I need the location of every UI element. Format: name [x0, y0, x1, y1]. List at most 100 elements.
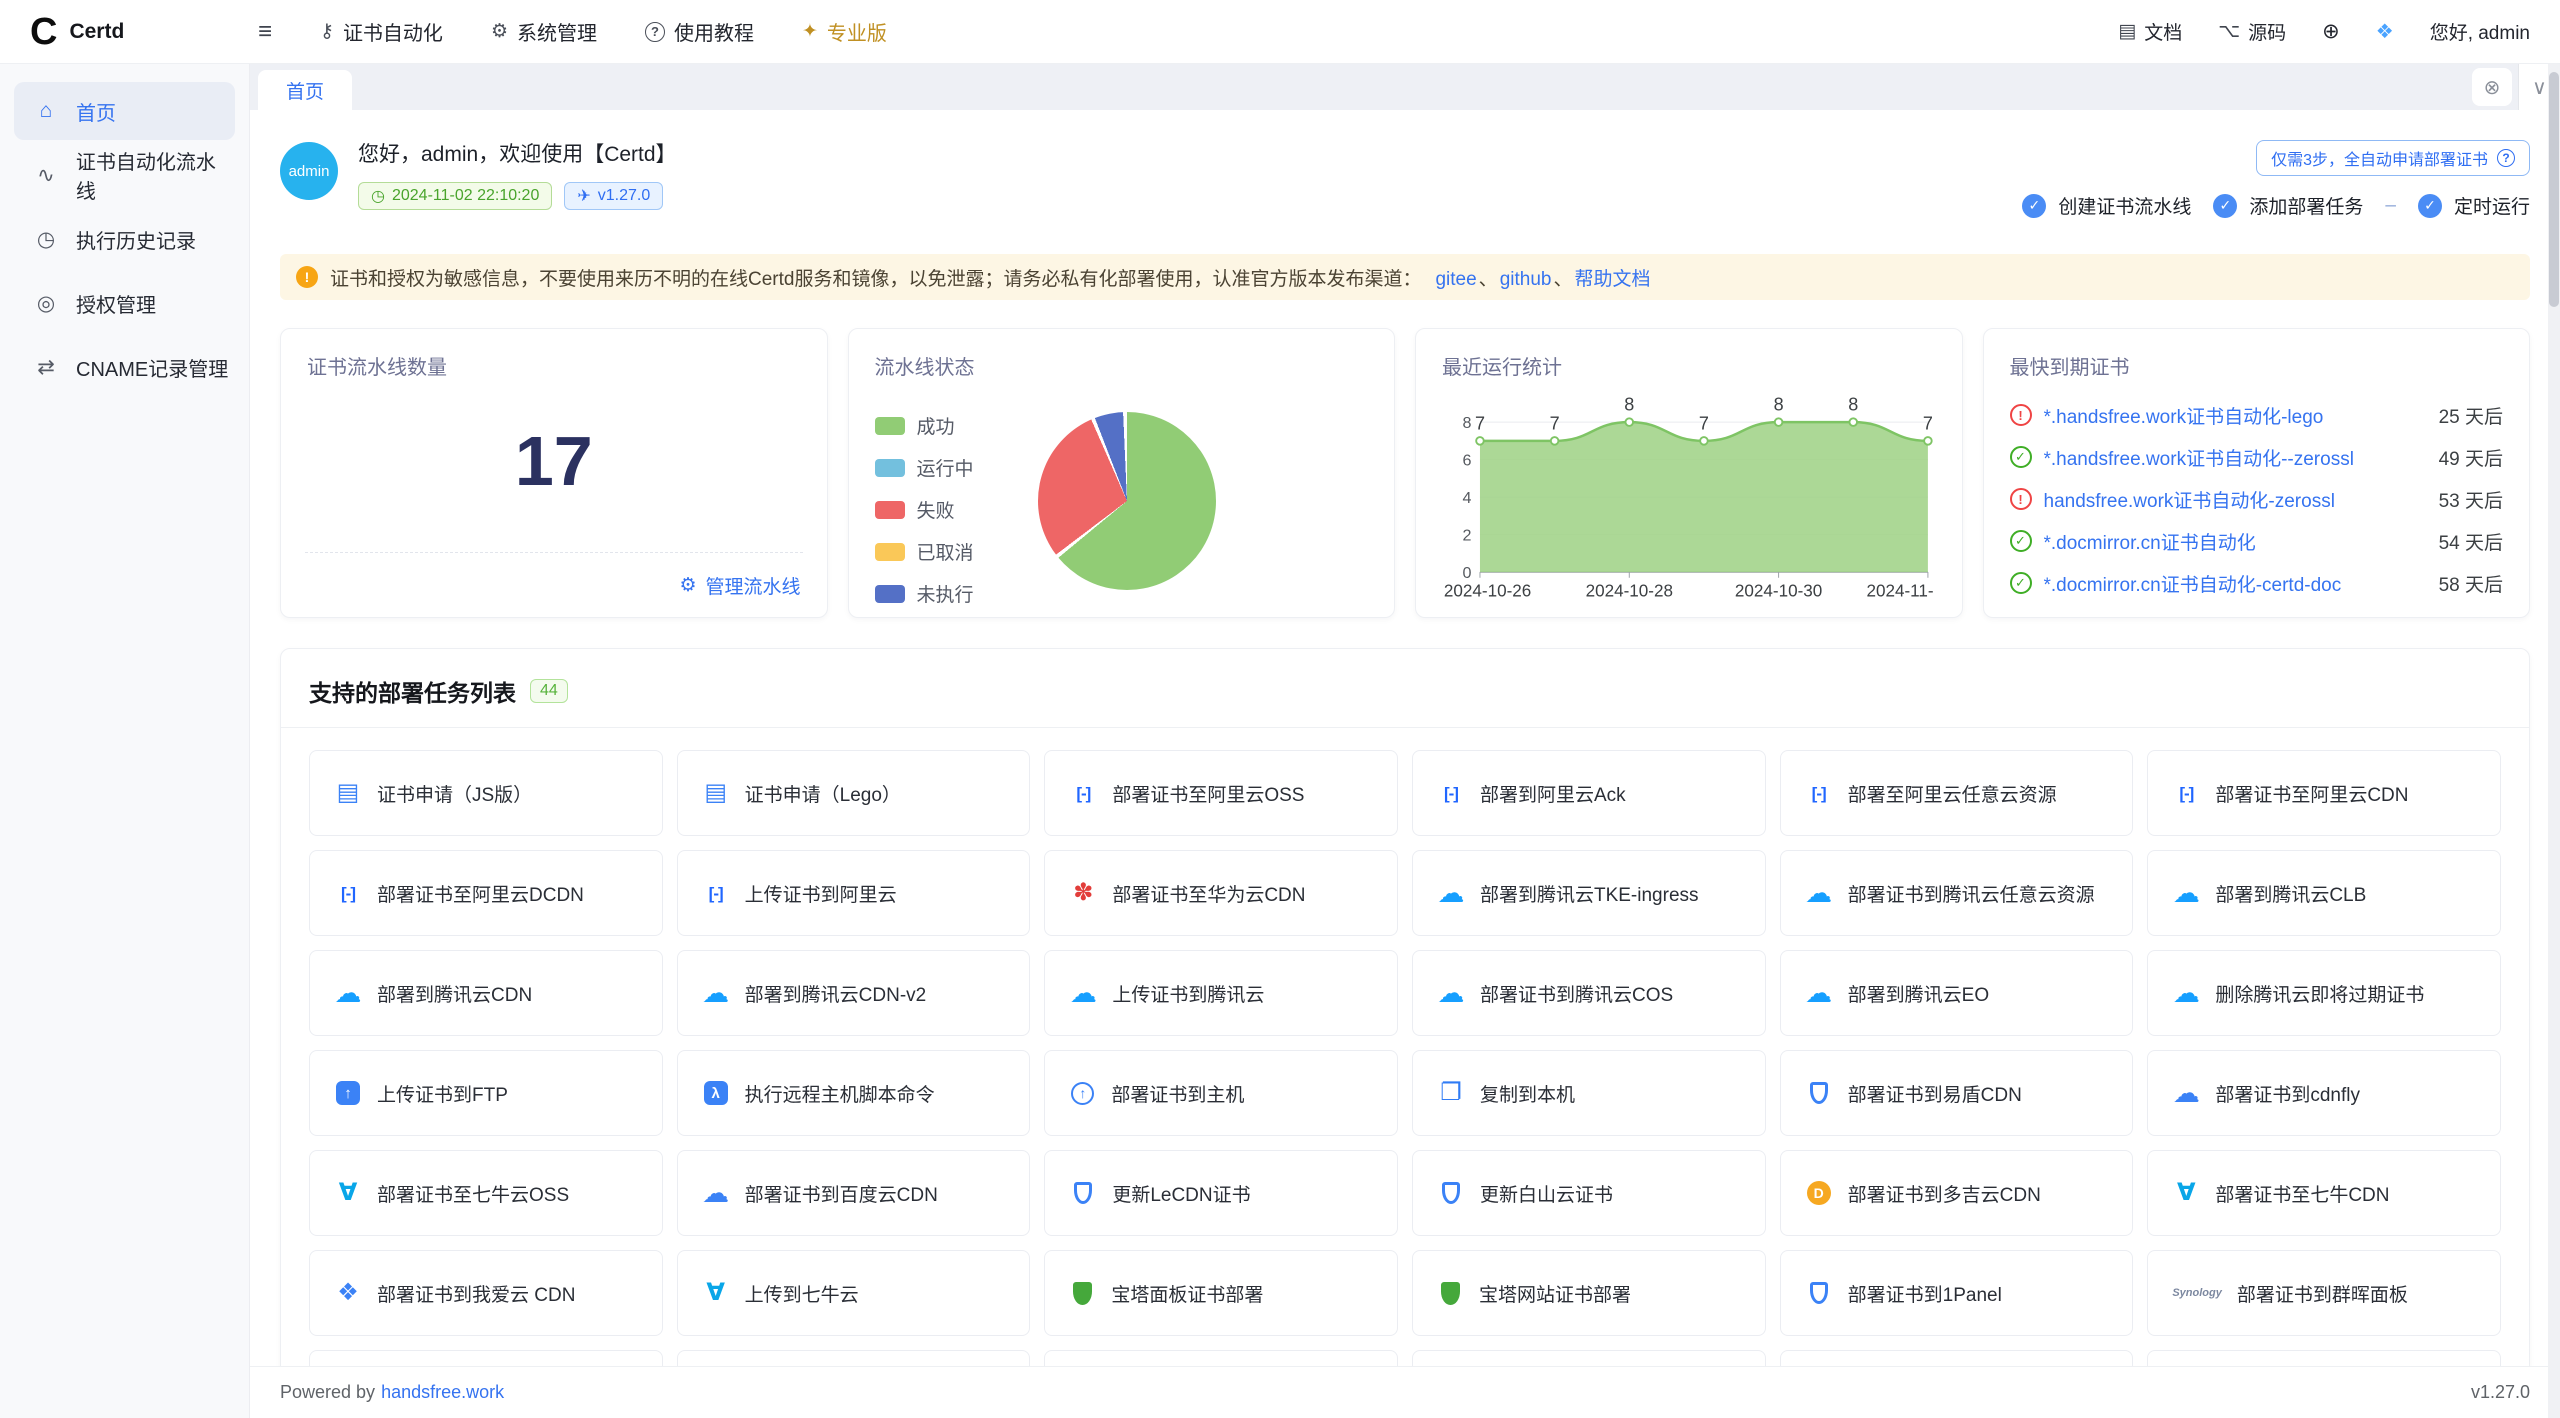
expiring-cert-row: ✓*.docmirror.cn证书自动化54 天后	[2010, 520, 2504, 562]
cert-icon: ▤	[334, 781, 362, 805]
menu-item[interactable]: ⚷证书自动化	[320, 17, 443, 46]
task-card[interactable]: ☁删除腾讯云即将过期证书	[2147, 950, 2501, 1036]
docs-link[interactable]: ▤ 文档	[2118, 18, 2182, 45]
tencent-cloud-icon: ☁	[2172, 980, 2200, 1007]
git-branch-icon: ⌥	[2218, 20, 2240, 43]
task-card[interactable]: ☁部署证书到腾讯云COS	[1412, 950, 1766, 1036]
theme-icon[interactable]: ❖	[2376, 19, 2394, 44]
cert-link[interactable]: *.handsfree.work证书自动化-lego	[2044, 402, 2415, 429]
scrollbar-track[interactable]	[2548, 64, 2560, 1418]
history-icon: ◷	[34, 227, 58, 252]
alert-link[interactable]: 帮助文档	[1574, 269, 1650, 290]
task-card[interactable]: λ执行远程主机脚本命令	[677, 1050, 1031, 1136]
sidebar-item[interactable]: ∿证书自动化流水线	[14, 146, 235, 204]
aliyun-icon: [-]	[334, 885, 362, 902]
alert-link[interactable]: github	[1500, 269, 1552, 290]
synology-icon: Synology	[2172, 1288, 2222, 1299]
task-card[interactable]: 宝塔网站证书部署	[1412, 1250, 1766, 1336]
task-card[interactable]: 更新LeCDN证书	[1044, 1150, 1398, 1236]
task-card[interactable]: ↑部署证书到主机	[1044, 1050, 1398, 1136]
task-card[interactable]: 宝塔面板证书部署	[1044, 1250, 1398, 1336]
task-card[interactable]: ▤证书申请（Lego）	[677, 750, 1031, 836]
task-card[interactable]: ☁上传证书到腾讯云	[1044, 950, 1398, 1036]
user-greeting[interactable]: 您好, admin	[2430, 18, 2530, 45]
task-card[interactable]: 部署证书到1Panel	[1780, 1250, 2134, 1336]
sidebar-item[interactable]: ⇄CNAME记录管理	[14, 338, 235, 396]
source-link[interactable]: ⌥ 源码	[2218, 18, 2286, 45]
sidebar-item[interactable]: ◷执行历史记录	[14, 210, 235, 268]
task-card[interactable]: Synology 部署证书到群晖面板	[2147, 1250, 2501, 1336]
cert-link[interactable]: *.docmirror.cn证书自动化-certd-doc	[2044, 570, 2415, 597]
task-card[interactable]: ☁部署到腾讯云EO	[1780, 950, 2134, 1036]
task-card[interactable]: ∀部署证书至七牛云OSS	[309, 1150, 663, 1236]
aliyun-icon: [-]	[1805, 785, 1833, 802]
document-icon: ▤	[2118, 20, 2136, 43]
tab-home[interactable]: 首页	[258, 70, 352, 110]
task-card[interactable]: ✽部署证书至华为云CDN	[1044, 850, 1398, 936]
scrollbar-thumb[interactable]	[2549, 72, 2559, 307]
task-card[interactable]: ❐复制到本机	[1412, 1050, 1766, 1136]
task-card[interactable]: [-]上传证书到阿里云	[677, 850, 1031, 936]
task-card[interactable]: ☁部署到腾讯云CDN	[309, 950, 663, 1036]
task-card[interactable]: ▤ 证书申请（JS版）	[309, 750, 663, 836]
quick-step: ✓创建证书流水线	[2022, 192, 2191, 219]
svg-text:0: 0	[1462, 564, 1471, 582]
task-card[interactable]: D部署证书到多吉云CDN	[1780, 1150, 2134, 1236]
cert-link[interactable]: *.docmirror.cn证书自动化	[2044, 528, 2415, 555]
legend-item[interactable]: 已取消	[875, 538, 974, 565]
collapse-menu-icon[interactable]: ≡	[258, 18, 272, 46]
close-tabs-button[interactable]: ⊗	[2472, 68, 2512, 106]
manage-pipelines-link[interactable]: ⚙ 管理流水线	[679, 572, 800, 599]
menu-item[interactable]: ?使用教程	[645, 17, 754, 46]
task-card[interactable]: [-]部署证书至阿里云CDN	[2147, 750, 2501, 836]
task-card[interactable]: [-]部署至阿里云任意云资源	[1780, 750, 2134, 836]
stat-cards: 证书流水线数量 17 ⚙ 管理流水线 流水线状态 成功运行中失败已取消未执行	[280, 328, 2530, 618]
task-label: 部署到阿里云Ack	[1480, 780, 1626, 807]
task-card[interactable]: ☁部署证书到腾讯云任意云资源	[1780, 850, 2134, 936]
legend-item[interactable]: 运行中	[875, 454, 974, 481]
success-circle-icon: ✓	[2010, 572, 2032, 594]
recent-runs-card: 最近运行统计 0246877878872024-10-262024-10-282…	[1415, 328, 1963, 618]
task-label: 更新白山云证书	[1480, 1180, 1613, 1207]
task-card[interactable]: ↑上传证书到FTP	[309, 1050, 663, 1136]
handsfree-link[interactable]: handsfree.work	[381, 1382, 504, 1403]
clock-icon: ◷	[371, 186, 385, 206]
task-card[interactable]: [-]部署到阿里云Ack	[1412, 750, 1766, 836]
task-card[interactable]: 更新白山云证书	[1412, 1150, 1766, 1236]
task-card[interactable]: ∀上传到七牛云	[677, 1250, 1031, 1336]
task-card[interactable]: ☁部署到腾讯云CLB	[2147, 850, 2501, 936]
main-area: 首页 ⊗ ∨ admin 您好，admin，欢迎使用【Certd】 ◷ 2024…	[250, 64, 2560, 1418]
task-card[interactable]: ☁部署到腾讯云CDN-v2	[677, 950, 1031, 1036]
menu-item[interactable]: ⚙系统管理	[491, 17, 597, 46]
pipeline-status-pie	[1038, 412, 1216, 590]
task-label: 部署证书到群晖面板	[2237, 1280, 2408, 1307]
quick-steps-badge[interactable]: 仅需3步，全自动申请部署证书 ?	[2256, 140, 2530, 176]
legend-item[interactable]: 失败	[875, 496, 974, 523]
task-label: 部署证书至阿里云DCDN	[377, 880, 584, 907]
shield-icon	[1810, 1282, 1828, 1304]
task-card[interactable]: ☁部署证书到cdnfly	[2147, 1050, 2501, 1136]
legend-item[interactable]: 成功	[875, 412, 974, 439]
task-label: 证书申请（JS版）	[377, 780, 532, 807]
sidebar-item-label: CNAME记录管理	[76, 353, 228, 382]
alert-link[interactable]: gitee	[1435, 269, 1476, 290]
task-card[interactable]: [-] 部署证书至阿里云DCDN	[309, 850, 663, 936]
version-badge: ✈ v1.27.0	[564, 182, 663, 210]
task-card[interactable]: 部署证书到易盾CDN	[1780, 1050, 2134, 1136]
cert-link[interactable]: handsfree.work证书自动化-zerossl	[2044, 486, 2415, 513]
task-card[interactable]: ☁部署证书到百度云CDN	[677, 1150, 1031, 1236]
task-card[interactable]: ❖部署证书到我爱云 CDN	[309, 1250, 663, 1336]
task-card[interactable]: [-]部署证书至阿里云OSS	[1044, 750, 1398, 836]
menu-item[interactable]: ✦专业版	[802, 17, 887, 46]
sidebar-item[interactable]: ◎授权管理	[14, 274, 235, 332]
error-circle-icon: !	[2010, 404, 2032, 426]
step-separator: –	[2385, 195, 2396, 217]
legend-item[interactable]: 未执行	[875, 580, 974, 607]
header-right: ▤ 文档 ⌥ 源码 ⊕ ❖ 您好, admin	[2118, 18, 2530, 45]
globe-icon[interactable]: ⊕	[2322, 19, 2340, 44]
sidebar-item[interactable]: ⌂首页	[14, 82, 235, 140]
task-card[interactable]: ☁部署到腾讯云TKE-ingress	[1412, 850, 1766, 936]
sidebar-item-label: 授权管理	[76, 289, 156, 318]
task-card[interactable]: ∀部署证书至七牛CDN	[2147, 1150, 2501, 1236]
cert-link[interactable]: *.handsfree.work证书自动化--zerossl	[2044, 444, 2415, 471]
